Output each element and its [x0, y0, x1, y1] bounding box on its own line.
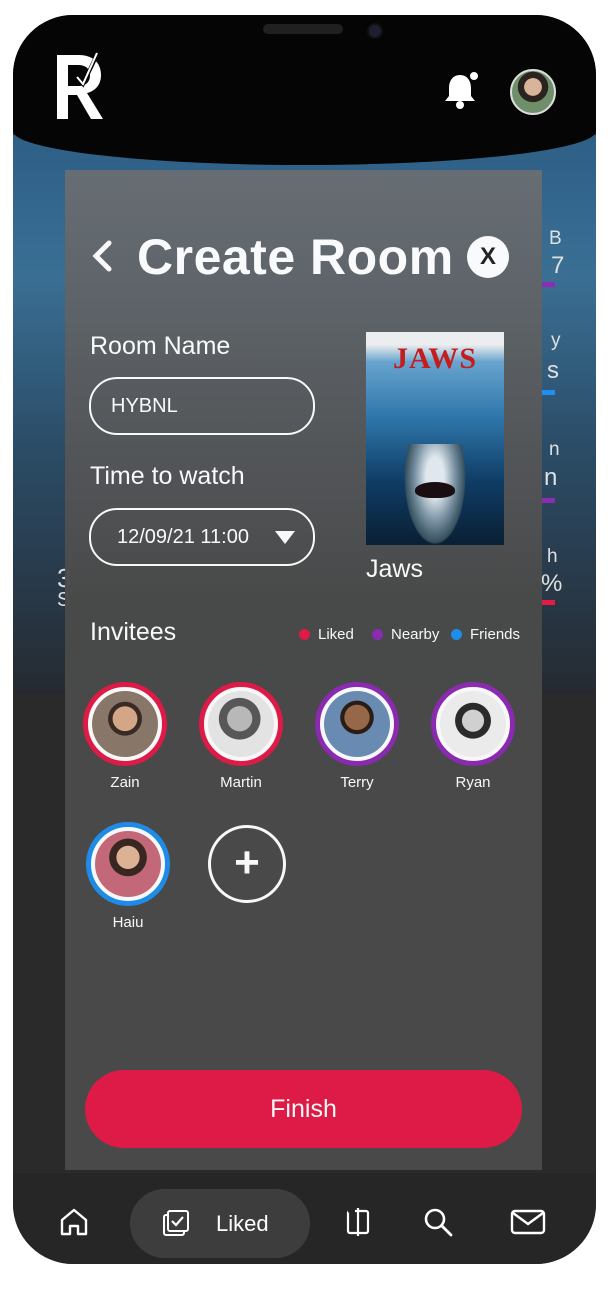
legend-label: Friends [470, 626, 521, 643]
avatar-photo [95, 831, 161, 897]
search-icon[interactable] [423, 1207, 453, 1237]
invitee-name: Martin [220, 774, 262, 791]
avatar-photo [324, 691, 390, 757]
avatar [431, 682, 515, 766]
room-name-input[interactable]: HYBNL [89, 377, 315, 435]
legend-liked: Liked [299, 626, 354, 643]
add-invitee-button[interactable]: + [208, 825, 286, 903]
bg-bar [541, 498, 555, 503]
friends-dot [451, 629, 462, 640]
invitee-terry[interactable]: Terry [312, 682, 402, 791]
bg-text: n [549, 439, 560, 460]
bg-text: s [547, 357, 559, 384]
bottom-nav: Liked [13, 1173, 596, 1264]
bell-icon[interactable] [443, 70, 481, 110]
room-name-value: HYBNL [111, 395, 178, 417]
camera [367, 23, 383, 39]
invitee-haiu[interactable]: Haiu [83, 822, 173, 931]
invitee-ryan[interactable]: Ryan [428, 682, 518, 791]
nav-liked-label: Liked [216, 1211, 269, 1236]
legend-nearby: Nearby [372, 626, 439, 643]
movie-poster[interactable]: JAWS [366, 332, 504, 545]
bg-text: 7 [551, 252, 565, 279]
speaker [263, 24, 343, 34]
nav-liked-tab[interactable]: Liked [130, 1189, 310, 1258]
avatar [83, 682, 167, 766]
invitee-martin[interactable]: Martin [196, 682, 286, 791]
liked-dot [299, 629, 310, 640]
legend-label: Liked [318, 626, 354, 643]
legend-friends: Friends [451, 626, 520, 643]
invitee-name: Ryan [455, 774, 491, 791]
create-room-modal: Create Room X Room Name HYBNL Time to wa… [65, 170, 542, 1170]
page-title: Create Room [137, 229, 454, 285]
bg-text: y [551, 330, 561, 351]
room-name-label: Room Name [90, 332, 231, 360]
app-logo[interactable] [55, 49, 107, 121]
avatar-photo [208, 691, 274, 757]
avatar-photo [440, 691, 506, 757]
invitee-zain[interactable]: Zain [80, 682, 170, 791]
user-avatar[interactable] [510, 69, 556, 115]
invitee-name: Haiu [112, 914, 144, 931]
notch [141, 15, 466, 62]
bg-text: B [549, 228, 562, 249]
liked-cards-icon [163, 1210, 189, 1236]
shark-mouth-graphic [415, 482, 455, 498]
avatar [199, 682, 283, 766]
bg-text: h [547, 546, 558, 567]
avatar [315, 682, 399, 766]
app-header [13, 15, 596, 165]
invitees-label: Invitees [90, 618, 177, 646]
close-button[interactable]: X [467, 236, 509, 278]
bg-bar [541, 600, 555, 605]
legend-label: Nearby [391, 626, 440, 643]
nearby-dot [372, 629, 383, 640]
invitee-name: Zain [110, 774, 140, 791]
poster-title: JAWS [392, 342, 478, 375]
movie-name: Jaws [366, 555, 423, 583]
invitee-name: Terry [340, 774, 374, 791]
home-icon[interactable] [59, 1207, 89, 1237]
bg-bar [541, 282, 555, 287]
avatar [86, 822, 170, 906]
bg-text: % [541, 570, 563, 597]
time-label: Time to watch [90, 462, 245, 490]
avatar-photo [92, 691, 158, 757]
back-chevron-icon[interactable] [89, 237, 115, 275]
time-select[interactable]: 12/09/21 11:00 [89, 508, 315, 566]
dropdown-arrow-icon [275, 531, 295, 544]
finish-button[interactable]: Finish [85, 1070, 522, 1148]
time-value: 12/09/21 11:00 [117, 526, 249, 548]
mail-icon[interactable] [510, 1207, 546, 1237]
phone-frame: B 7 y s n n h % 3 S [13, 15, 596, 1264]
bg-text: n [544, 464, 558, 491]
split-view-icon[interactable] [343, 1207, 373, 1237]
bg-bar [541, 390, 555, 395]
